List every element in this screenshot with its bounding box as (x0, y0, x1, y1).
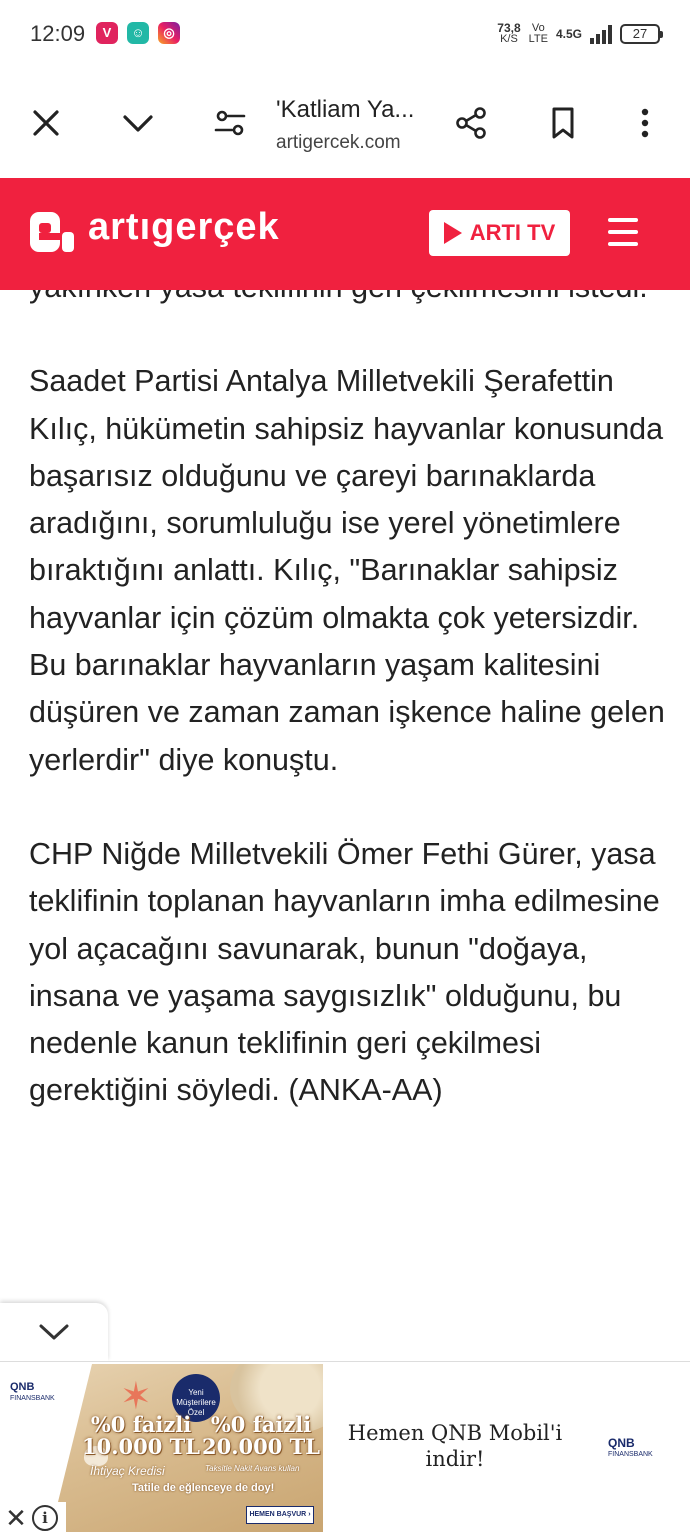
instagram-icon: ◎ (158, 22, 180, 44)
volte-indicator: Vo LTE (529, 23, 548, 45)
ad-info-icon[interactable]: i (32, 1505, 58, 1531)
bookmark-icon[interactable] (538, 98, 588, 148)
ad-badge-line: Yeni (188, 1388, 204, 1397)
page-title[interactable]: 'Katliam Ya... (276, 96, 414, 124)
site-header: artıgerçek ARTI TV (0, 178, 690, 290)
ad-qnb-logo: QNB FINANSBANK (10, 1382, 55, 1404)
ad-offer-rate: %0 faizli (90, 1412, 192, 1437)
app-notification-icon: V (96, 22, 118, 44)
network-speed: 73,8 K/S (497, 22, 520, 45)
ad-cta-button[interactable]: HEMEN BAŞVUR › (246, 1506, 314, 1524)
signal-icon (590, 24, 612, 44)
snapchat-icon: ☺ (127, 22, 149, 44)
volte-bottom: LTE (528, 33, 548, 45)
browser-toolbar: 'Katliam Ya... artigercek.com (0, 70, 690, 178)
article-partial-paragraph: yakınken yasa teklifinin geri çekilmesin… (29, 290, 669, 311)
play-icon (443, 222, 462, 244)
arti-tv-button[interactable]: ARTI TV (429, 210, 570, 256)
ad-offer-amount: 10.000 TL (82, 1434, 201, 1459)
site-settings-icon[interactable] (205, 98, 255, 148)
starfish-icon: ✶ (120, 1376, 152, 1418)
share-icon[interactable] (446, 98, 496, 148)
network-type: 4.5G (555, 26, 582, 41)
ad-offer-rate: %0 faizli (210, 1412, 312, 1437)
article-paragraph: CHP Niğde Milletvekili Ömer Fethi Gürer,… (29, 836, 660, 1108)
ad-brand-sub: FINANSBANK (608, 1451, 653, 1458)
page-domain[interactable]: artigercek.com (276, 132, 401, 154)
ad-brand-sub: FINANSBANK (10, 1395, 55, 1402)
ad-badge-line: Müşterilere (176, 1398, 216, 1407)
status-time: 12:09 (30, 21, 86, 46)
ad-cta-label: HEMEN BAŞVUR (249, 1511, 307, 1518)
chevron-down-icon (39, 1324, 69, 1340)
network-speed-unit: K/S (500, 33, 518, 45)
hamburger-menu-icon[interactable] (608, 218, 638, 246)
ad-offer-2-sub: Taksitle Nakit Avans kullan (205, 1464, 300, 1473)
article-body: yakınken yasa teklifinin geri çekilmesin… (0, 290, 690, 1360)
collapse-ad-button[interactable] (0, 1303, 108, 1361)
ad-headline[interactable]: Hemen QNB Mobil'i indir! (340, 1420, 570, 1472)
more-icon[interactable] (620, 98, 670, 148)
ad-offer-1-sub: İhtiyaç Kredisi (90, 1464, 165, 1478)
ad-tagline: Tatile de eğlenceye de doy! (132, 1482, 275, 1494)
ad-offer-1: %0 faizli 10.000 TL (82, 1414, 200, 1458)
status-indicators: 73,8 K/S Vo LTE 4.5G 27 (497, 20, 663, 48)
article-paragraph: Saadet Partisi Antalya Milletvekili Şera… (29, 364, 665, 777)
logo-icon[interactable] (28, 210, 76, 258)
ad-banner[interactable]: QNB FINANSBANK ✶ Yeni Müşterilere Özel %… (0, 1361, 690, 1533)
ad-brand: QNB (608, 1436, 635, 1450)
ad-close-icon[interactable]: ✕ (0, 1502, 32, 1533)
arti-tv-label: ARTI TV (469, 220, 556, 245)
chevron-down-icon[interactable] (113, 98, 163, 148)
ad-brand-logo: QNB FINANSBANK (608, 1436, 653, 1460)
status-bar: 12:09 V ☺ ◎ 73,8 K/S Vo LTE 4.5G 27 (0, 0, 690, 70)
ad-controls: ✕ i (0, 1502, 66, 1533)
ad-brand: QNB (10, 1381, 35, 1393)
site-logo[interactable]: artıgerçek (88, 206, 280, 249)
battery-icon: 27 (620, 24, 663, 44)
ad-offer-2: %0 faizli 20.000 TL (202, 1414, 320, 1458)
ad-offer-amount: 20.000 TL (202, 1434, 321, 1459)
close-icon[interactable] (21, 98, 71, 148)
